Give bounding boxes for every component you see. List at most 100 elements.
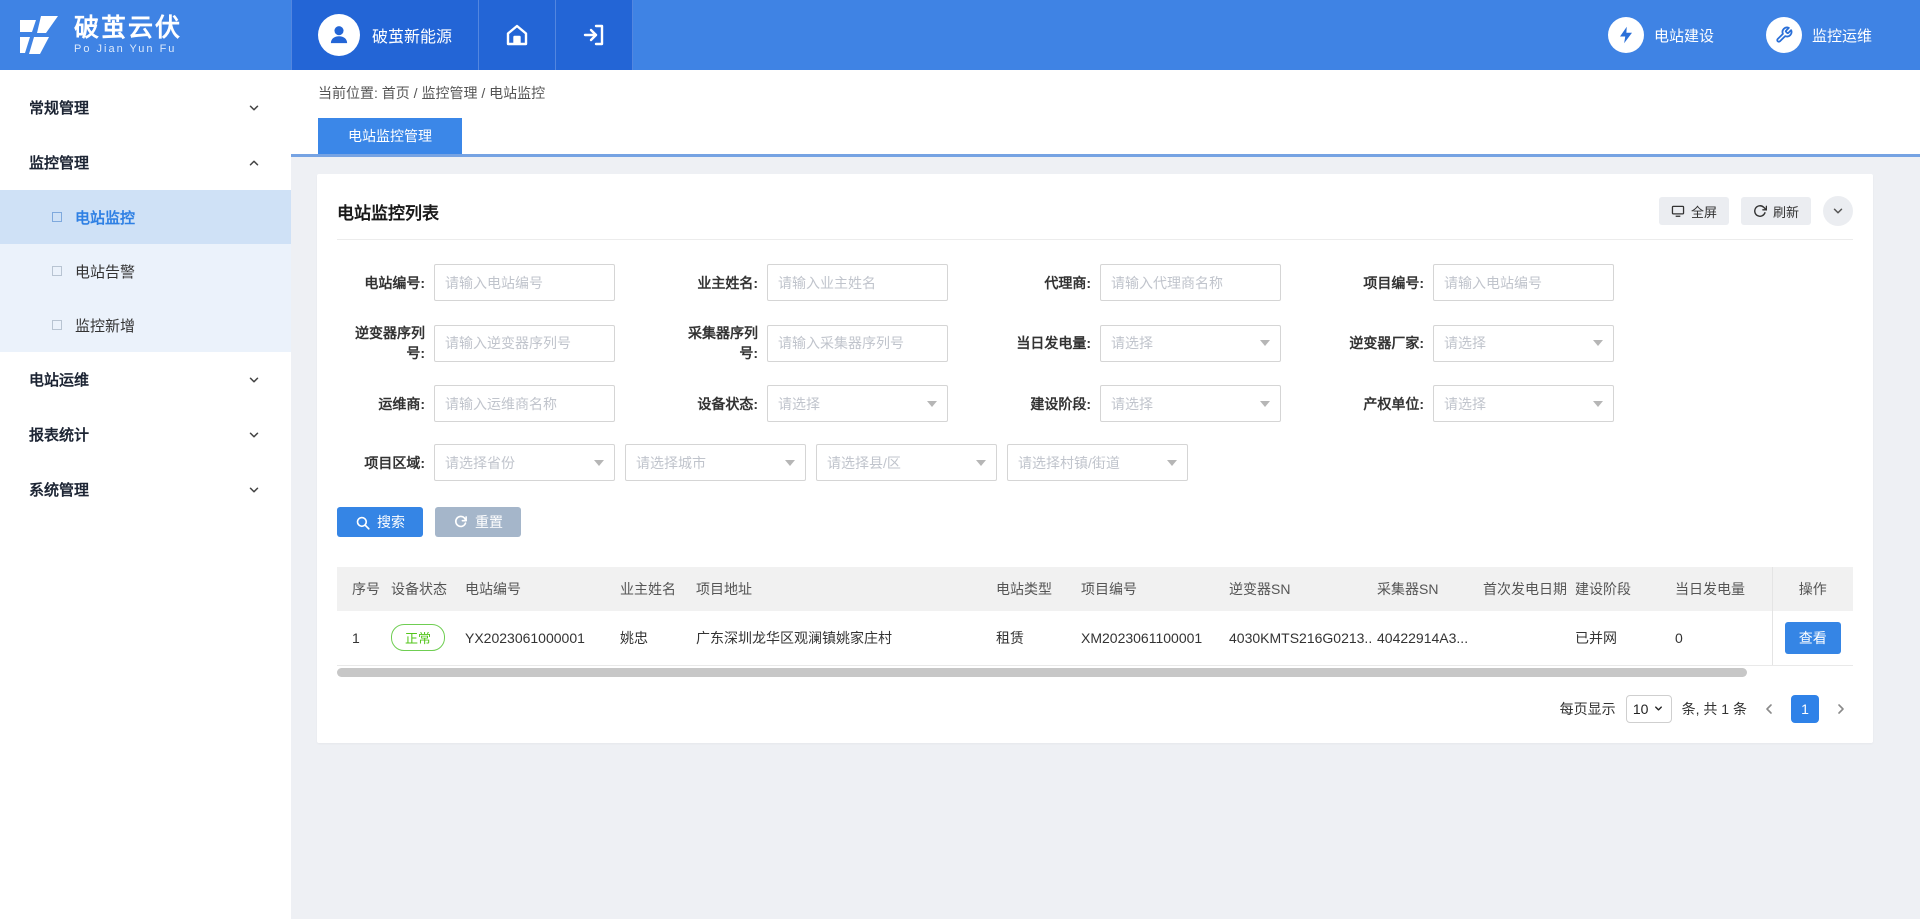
station-code-input[interactable] <box>434 264 615 301</box>
caret-down-icon <box>976 460 986 466</box>
pagination: 每页显示 10 条, 共 1 条 1 <box>337 695 1853 723</box>
sidebar-item-report-stats[interactable]: 报表统计 <box>0 407 291 462</box>
sidebar-item-station-ops[interactable]: 电站运维 <box>0 352 291 407</box>
refresh-icon <box>1753 204 1767 218</box>
chevron-down-icon <box>1831 204 1845 218</box>
col-collector-sn: 采集器SN <box>1371 567 1477 611</box>
filter-station-code: 电站编号: <box>337 264 670 301</box>
logo-icon <box>16 12 62 58</box>
logout-button[interactable] <box>556 0 633 70</box>
next-page-button[interactable] <box>1829 701 1853 717</box>
select-value: 请选择 <box>1111 333 1153 353</box>
filter-build-stage: 建设阶段: 请选择 <box>1003 385 1336 422</box>
table-row: 1 正常 YX2023061000001 姚忠 广东深圳龙华区观澜镇姚家庄村 租… <box>337 611 1853 665</box>
filter-inverter-vendor: 逆变器厂家: 请选择 <box>1336 323 1669 363</box>
reset-icon <box>453 515 468 530</box>
tab-station-monitor-mgmt[interactable]: 电站监控管理 <box>318 118 462 154</box>
sidebar-item-station-monitor[interactable]: 电站监控 <box>0 190 291 244</box>
refresh-label: 刷新 <box>1773 202 1799 221</box>
sidebar-item-system-mgmt[interactable]: 系统管理 <box>0 462 291 517</box>
bullet-square-icon <box>52 320 62 330</box>
sidebar-item-monitor-add[interactable]: 监控新增 <box>0 298 291 352</box>
filter-ops-vendor: 运维商: <box>337 385 670 422</box>
sidebar: 常规管理 监控管理 电站监控 电站告警 监控新增 电站运维 <box>0 70 291 919</box>
filter-label: 建设阶段: <box>1003 394 1100 414</box>
filter-label: 当日发电量: <box>1003 333 1100 353</box>
cell-station-code: YX2023061000001 <box>459 611 614 665</box>
home-icon <box>505 23 529 47</box>
cell-stage: 已并网 <box>1569 611 1669 665</box>
filter-project-code: 项目编号: <box>1336 264 1669 301</box>
project-code-input[interactable] <box>1433 264 1614 301</box>
filter-label: 逆变器序列号: <box>337 323 434 363</box>
nav-station-build[interactable]: 电站建设 <box>1608 17 1714 53</box>
province-select[interactable]: 请选择省份 <box>434 444 615 481</box>
app-title: 破茧云伏 <box>74 15 182 43</box>
fullscreen-button[interactable]: 全屏 <box>1659 197 1729 225</box>
col-address: 项目地址 <box>690 567 990 611</box>
filter-device-status: 设备状态: 请选择 <box>670 385 1003 422</box>
county-select[interactable]: 请选择县/区 <box>816 444 997 481</box>
per-page-select[interactable]: 10 <box>1626 695 1672 723</box>
ops-vendor-input[interactable] <box>434 385 615 422</box>
region-selects: 请选择省份 请选择城市 请选择县/区 <box>434 444 1188 481</box>
select-value: 请选择城市 <box>636 453 706 473</box>
col-action: 操作 <box>1772 567 1853 611</box>
select-value: 请选择 <box>1111 394 1153 414</box>
cell-device-status: 正常 <box>385 611 459 665</box>
col-owner: 业主姓名 <box>614 567 690 611</box>
agent-input[interactable] <box>1100 264 1281 301</box>
per-page-value: 10 <box>1633 701 1649 717</box>
filter-agent: 代理商: <box>1003 264 1336 301</box>
app-logo: 破茧云伏 Po Jian Yun Fu <box>0 0 291 70</box>
inverter-sn-input[interactable] <box>434 325 615 362</box>
nav-monitor-ops[interactable]: 监控运维 <box>1766 17 1872 53</box>
user-menu[interactable]: 破茧新能源 <box>291 0 479 70</box>
panel-header-actions: 全屏 刷新 <box>1659 196 1853 226</box>
property-unit-select[interactable]: 请选择 <box>1433 385 1614 422</box>
cell-owner: 姚忠 <box>614 611 690 665</box>
app-subtitle: Po Jian Yun Fu <box>74 43 182 55</box>
top-bar: 破茧云伏 Po Jian Yun Fu 破茧新能源 电站建设 <box>0 0 1920 70</box>
reset-button[interactable]: 重置 <box>435 507 521 537</box>
device-status-select[interactable]: 请选择 <box>767 385 948 422</box>
nav-monitor-ops-label: 监控运维 <box>1812 25 1872 46</box>
filter-label: 采集器序列号: <box>670 323 767 363</box>
refresh-button[interactable]: 刷新 <box>1741 197 1811 225</box>
filter-label: 设备状态: <box>670 394 767 414</box>
sidebar-item-general-mgmt[interactable]: 常规管理 <box>0 80 291 135</box>
station-table: 序号 设备状态 电站编号 业主姓名 项目地址 电站类型 项目编号 逆变器SN 采… <box>337 567 1853 666</box>
col-stage: 建设阶段 <box>1569 567 1669 611</box>
search-button[interactable]: 搜索 <box>337 507 423 537</box>
caret-down-icon <box>594 460 604 466</box>
sidebar-item-station-alarm[interactable]: 电站告警 <box>0 244 291 298</box>
filter-form: 电站编号: 业主姓名: 代理商: 项目编号: <box>337 240 1853 537</box>
chevron-down-icon <box>247 483 261 497</box>
filter-inverter-sn: 逆变器序列号: <box>337 323 670 363</box>
filter-label: 电站编号: <box>337 273 434 293</box>
city-select[interactable]: 请选择城市 <box>625 444 806 481</box>
view-button[interactable]: 查看 <box>1785 622 1841 654</box>
collector-sn-input[interactable] <box>767 325 948 362</box>
sidebar-item-label: 系统管理 <box>29 479 89 500</box>
prev-page-button[interactable] <box>1757 701 1781 717</box>
collapse-panel-button[interactable] <box>1823 196 1853 226</box>
sidebar-item-monitor-mgmt[interactable]: 监控管理 <box>0 135 291 190</box>
content-area: 电站监控列表 全屏 刷新 <box>291 157 1920 919</box>
owner-name-input[interactable] <box>767 264 948 301</box>
page-1-button[interactable]: 1 <box>1791 695 1819 723</box>
cell-first-power-date <box>1477 611 1569 665</box>
cell-inverter-sn: 4030KMTS216G0213... <box>1223 611 1371 665</box>
build-stage-select[interactable]: 请选择 <box>1100 385 1281 422</box>
sidebar-subitem-label: 监控新增 <box>75 315 135 336</box>
daily-power-select[interactable]: 请选择 <box>1100 325 1281 362</box>
select-value: 请选择 <box>778 394 820 414</box>
scrollbar-thumb[interactable] <box>337 668 1747 677</box>
inverter-vendor-select[interactable]: 请选择 <box>1433 325 1614 362</box>
col-project-code: 项目编号 <box>1075 567 1223 611</box>
town-select[interactable]: 请选择村镇/街道 <box>1007 444 1188 481</box>
total-count-label: 条, 共 1 条 <box>1682 699 1747 719</box>
reset-label: 重置 <box>475 512 503 532</box>
caret-down-icon <box>1593 401 1603 407</box>
home-button[interactable] <box>479 0 556 70</box>
